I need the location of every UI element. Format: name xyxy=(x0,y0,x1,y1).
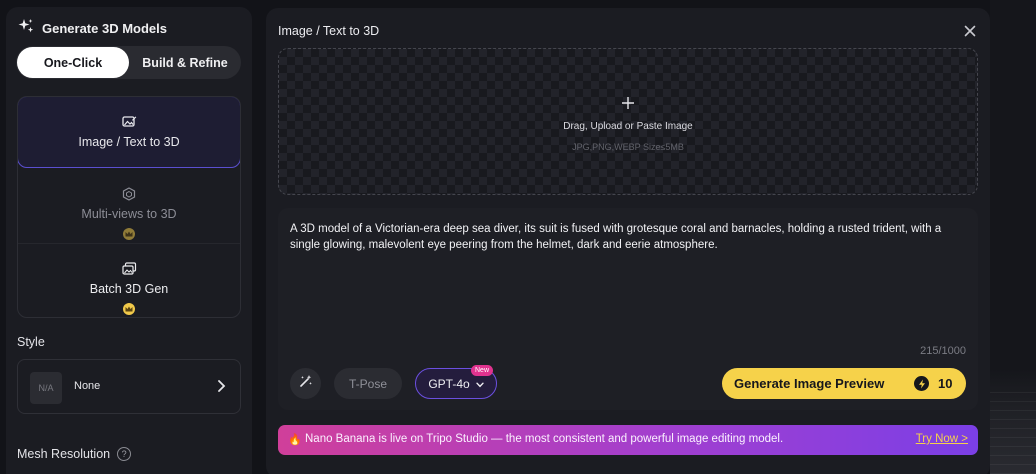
model-select-value: GPT-4o xyxy=(428,376,470,391)
prompt-text[interactable]: A 3D model of a Victorian-era deep sea d… xyxy=(290,221,966,253)
sidebar-title: Generate 3D Models xyxy=(42,20,167,36)
help-icon[interactable]: ? xyxy=(117,447,132,461)
image-text-to-3d-panel: Image / Text to 3D Drag, Upload or Paste… xyxy=(266,8,990,474)
image-edit-icon xyxy=(121,115,137,129)
lightning-icon xyxy=(914,376,929,391)
sidebar-header: Generate 3D Models xyxy=(18,18,167,39)
dropzone-text: Drag, Upload or Paste Image xyxy=(563,121,693,132)
mode-label: Batch 3D Gen xyxy=(89,282,169,296)
magic-wand-icon xyxy=(299,374,313,393)
mode-batch-3d-gen[interactable]: Batch 3D Gen xyxy=(18,244,240,317)
mesh-resolution-text: Mesh Resolution xyxy=(17,447,111,461)
magic-wand-button[interactable] xyxy=(290,368,321,399)
character-counter: 215/1000 xyxy=(920,345,966,357)
chevron-right-icon xyxy=(217,379,226,398)
prompt-textarea[interactable]: A 3D model of a Victorian-era deep sea d… xyxy=(278,208,978,410)
banner-message: Nano Banana is live on Tripo Studio — th… xyxy=(305,433,784,445)
generate-label: Generate Image Preview xyxy=(734,376,885,391)
build-refine-tab[interactable]: Build & Refine xyxy=(129,47,241,78)
cube-icon xyxy=(122,187,136,201)
stage-floor-grid xyxy=(990,388,1036,474)
mesh-resolution-label: Mesh Resolution ? xyxy=(17,447,132,461)
chevron-down-icon xyxy=(475,377,484,391)
crown-icon xyxy=(123,228,135,240)
style-label: Style xyxy=(17,335,45,349)
batch-images-icon xyxy=(121,262,137,276)
one-click-tab[interactable]: One-Click xyxy=(17,47,129,78)
generate-image-preview-button[interactable]: Generate Image Preview 10 xyxy=(722,368,966,399)
t-pose-toggle[interactable]: T-Pose xyxy=(334,368,402,399)
mode-multi-views-to-3d[interactable]: Multi-views to 3D xyxy=(18,169,240,244)
try-now-link[interactable]: Try Now > xyxy=(916,433,968,445)
mode-image-text-to-3d[interactable]: Image / Text to 3D xyxy=(18,97,240,168)
mode-label: Multi-views to 3D xyxy=(81,207,177,221)
panel-title: Image / Text to 3D xyxy=(278,24,380,38)
style-value: None xyxy=(74,380,101,392)
dropzone-subtext: JPG,PNG,WEBP Size≤5MB xyxy=(572,142,684,152)
credit-cost: 10 xyxy=(938,376,953,391)
image-upload-dropzone[interactable]: Drag, Upload or Paste Image JPG,PNG,WEBP… xyxy=(278,48,978,195)
announcement-banner: 🔥 Nano Banana is live on Tripo Studio — … xyxy=(278,425,978,455)
mode-label: Image / Text to 3D xyxy=(78,135,180,149)
style-thumbnail: N/A xyxy=(30,372,62,404)
close-icon[interactable] xyxy=(964,24,976,42)
fire-icon: 🔥 xyxy=(288,434,302,446)
generation-mode-list: Image / Text to 3D Multi-views to 3D Bat… xyxy=(17,96,241,318)
new-badge: New xyxy=(471,365,494,376)
plus-icon xyxy=(621,96,635,115)
style-selector[interactable]: N/A None xyxy=(17,359,241,414)
crown-icon xyxy=(123,303,135,315)
mode-segmented-control: One-Click Build & Refine xyxy=(16,46,241,79)
sparkle-icon xyxy=(18,18,34,39)
generate-sidebar: Generate 3D Models One-Click Build & Ref… xyxy=(6,7,252,474)
